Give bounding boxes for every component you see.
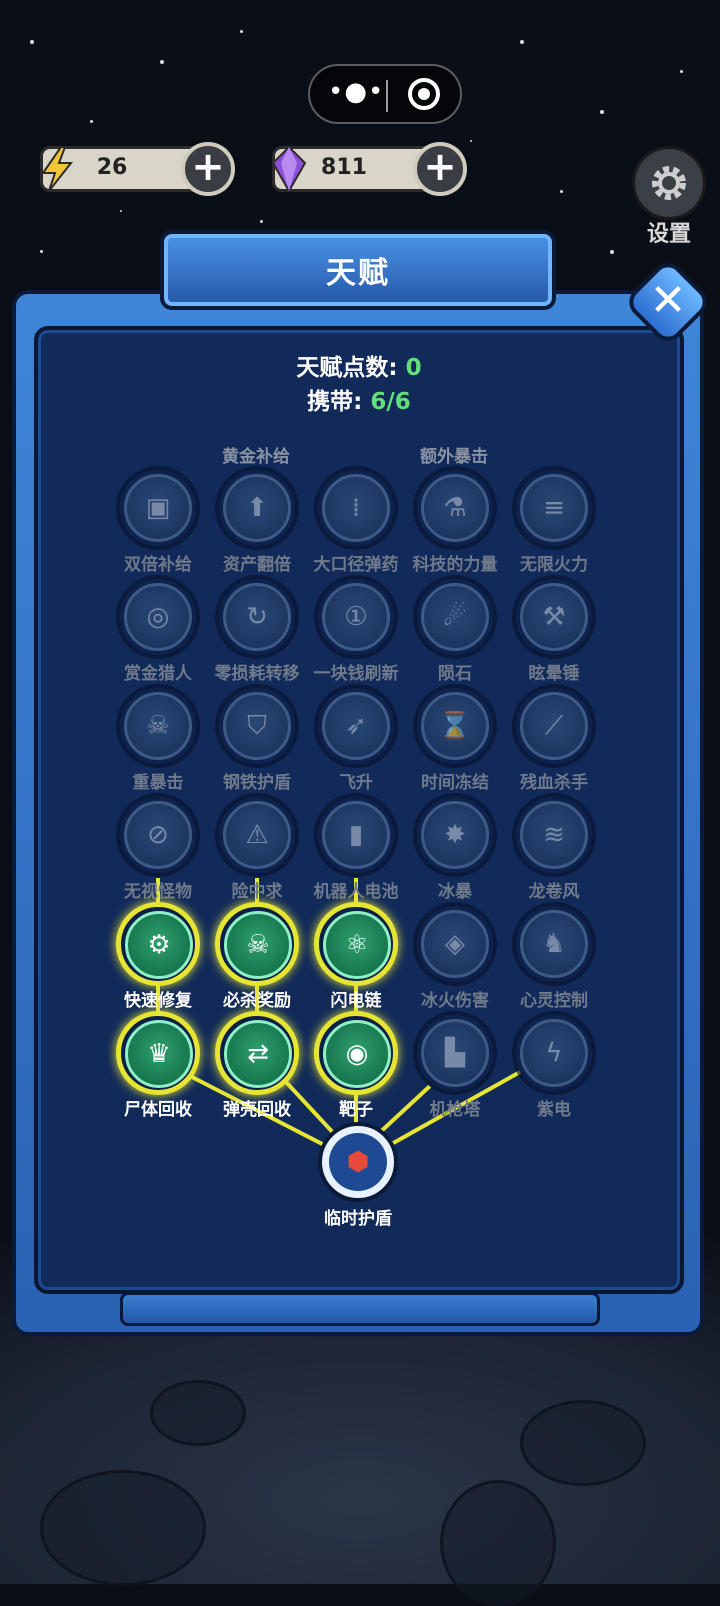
- talent-label: 重暴击: [132, 773, 184, 793]
- talent-node[interactable]: ◈: [413, 902, 497, 986]
- skull-target-icon: ☠: [146, 711, 170, 741]
- talent-label: 冰暴: [438, 882, 472, 902]
- talent-node[interactable]: ✸: [413, 793, 497, 877]
- target-icon: ◉: [345, 1039, 369, 1069]
- talent-label: 时间冻结: [421, 773, 489, 793]
- talent-label: 快速修复: [124, 991, 192, 1011]
- talent-label: 冰火伤害: [421, 991, 489, 1011]
- chain-nodes-icon: ⚛: [345, 930, 369, 960]
- root-talent-label: 临时护盾: [324, 1209, 392, 1229]
- talent-node[interactable]: ↻: [215, 575, 299, 659]
- talent-node[interactable]: ♛: [116, 1011, 200, 1095]
- talent-label: 大口径弹药: [313, 555, 399, 575]
- talent-label: 必杀奖励: [223, 991, 291, 1011]
- talent-node[interactable]: ▮: [314, 793, 398, 877]
- talent-label: 机器人电池: [313, 882, 399, 902]
- talent-node[interactable]: ⚙: [116, 902, 200, 986]
- knife-icon: ⟋: [544, 711, 564, 741]
- talent-node[interactable]: ☄: [413, 575, 497, 659]
- talent-label: 眩晕锤: [528, 664, 580, 684]
- talent-node[interactable]: ≡: [512, 466, 596, 550]
- coin-icon: ①: [344, 602, 368, 632]
- cycle-icon: ↻: [246, 602, 268, 632]
- talent-label: 赏金猎人: [124, 664, 192, 684]
- talent-node[interactable]: ⬆: [215, 466, 299, 550]
- talent-node[interactable]: ⁞: [314, 466, 398, 550]
- talent-node[interactable]: ①: [314, 575, 398, 659]
- warning-icon: ⚠: [245, 820, 269, 850]
- talent-label: 靶子: [339, 1100, 373, 1120]
- talent-label: 零损耗转移: [214, 664, 300, 684]
- battery-icon: ▮: [348, 820, 364, 850]
- talent-node[interactable]: ♞: [512, 902, 596, 986]
- talent-label: 飞升: [339, 773, 373, 793]
- talent-node[interactable]: ▙: [413, 1011, 497, 1095]
- talent-node[interactable]: ⛉: [215, 684, 299, 768]
- talent-node[interactable]: ⚒: [512, 575, 596, 659]
- talent-label: 险中求: [231, 882, 283, 902]
- gatling-icon: ≡: [543, 493, 565, 523]
- hourglass-icon: ⌛: [438, 711, 472, 741]
- talent-label: 资产翻倍: [223, 555, 291, 575]
- talent-node[interactable]: ⚛: [314, 902, 398, 986]
- talent-node[interactable]: ⚠: [215, 793, 299, 877]
- talent-label: 机枪塔: [429, 1100, 481, 1120]
- hex-shield-icon: ⬢: [346, 1147, 370, 1177]
- talent-label: 紫电: [537, 1100, 571, 1120]
- flask-icon: ⚗: [443, 493, 467, 523]
- talent-node[interactable]: ⟋: [512, 684, 596, 768]
- talent-label: 闪电链: [330, 991, 382, 1011]
- hammer-icon: ⚒: [542, 602, 566, 632]
- meteor-icon: ☄: [443, 602, 467, 632]
- coin-stack-icon: ◎: [146, 602, 170, 632]
- talent-label: 陨石: [438, 664, 472, 684]
- talent-label: 双倍补给: [124, 555, 192, 575]
- money-bag-icon: ♛: [147, 1039, 171, 1069]
- talent-node[interactable]: ϟ: [512, 1011, 596, 1095]
- talent-label: 龙卷风: [528, 882, 580, 902]
- talent-node[interactable]: ☠: [215, 902, 299, 986]
- root-talent-node[interactable]: ⬢: [318, 1122, 398, 1202]
- talent-label: 残血杀手: [520, 773, 588, 793]
- talent-node[interactable]: ≋: [512, 793, 596, 877]
- talent-label: 心灵控制: [520, 991, 588, 1011]
- mind-control-icon: ♞: [542, 929, 566, 959]
- gold-bars-icon: ⬆: [246, 493, 268, 523]
- talent-label: 弹壳回收: [223, 1100, 291, 1120]
- talent-label: 无视怪物: [124, 882, 192, 902]
- talent-node[interactable]: ⚗: [413, 466, 497, 550]
- ice-fire-icon: ◈: [445, 929, 465, 959]
- turret-icon: ▙: [445, 1038, 465, 1068]
- tornado-icon: ≋: [543, 820, 565, 850]
- talent-label: 一块钱刷新: [313, 664, 399, 684]
- box-icon: ▣: [145, 493, 171, 523]
- wrench-gear-icon: ⚙: [147, 930, 171, 960]
- shell-recycle-icon: ⇄: [247, 1039, 269, 1069]
- talent-label: 钢铁护盾: [223, 773, 291, 793]
- talent-node[interactable]: ▣: [116, 466, 200, 550]
- talent-node[interactable]: ⇄: [215, 1011, 299, 1095]
- talent-node[interactable]: ☠: [116, 684, 200, 768]
- no-ghost-icon: ⊘: [147, 820, 169, 850]
- talent-label: 科技的力量: [412, 555, 498, 575]
- shield-icon: ⛉: [247, 711, 267, 741]
- rocket-icon: ➶: [345, 711, 367, 741]
- talent-label: 无限火力: [520, 555, 588, 575]
- talent-node[interactable]: ◉: [314, 1011, 398, 1095]
- bullets-icon: ⁞: [351, 493, 361, 523]
- ice-burst-icon: ✸: [444, 820, 466, 850]
- talent-node[interactable]: ⊘: [116, 793, 200, 877]
- purple-lightning-icon: ϟ: [545, 1038, 563, 1068]
- talent-node[interactable]: ⌛: [413, 684, 497, 768]
- talent-node[interactable]: ➶: [314, 684, 398, 768]
- talent-label: 尸体回收: [124, 1100, 192, 1120]
- skull-arrows-icon: ☠: [246, 930, 270, 960]
- talent-node[interactable]: ◎: [116, 575, 200, 659]
